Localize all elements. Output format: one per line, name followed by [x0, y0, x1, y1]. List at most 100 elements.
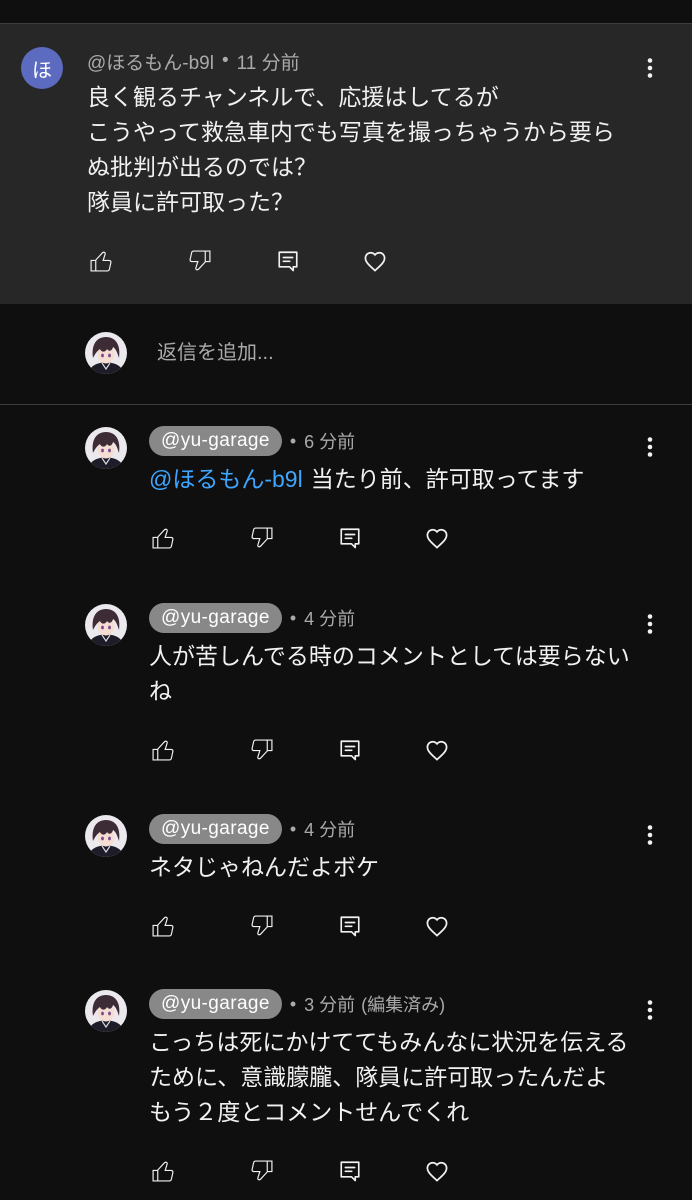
more-options-button[interactable]	[637, 996, 663, 1024]
meta-separator: •	[289, 818, 297, 839]
reply-icon	[340, 916, 360, 937]
more-vertical-icon	[647, 58, 653, 78]
comment-text-line: @ほるもん-b9l 当たり前、許可取ってます	[149, 462, 680, 497]
avatar[interactable]: ほ	[21, 47, 63, 89]
top-bar	[0, 0, 692, 24]
heart-button[interactable]	[423, 736, 451, 764]
user-avatar-image	[85, 990, 127, 1032]
user-avatar-image	[85, 604, 127, 646]
reply-time: 6 分前	[304, 432, 356, 452]
reply-button[interactable]	[336, 524, 364, 552]
comment-text-line: ね	[149, 678, 172, 704]
like-button[interactable]	[149, 912, 177, 940]
action-bar	[87, 247, 407, 275]
thumb-down-icon	[251, 1160, 273, 1181]
comment-text-line: ために、意識朦朧、隊員に許可取ったんだよ	[149, 1064, 609, 1090]
more-options-button[interactable]	[637, 54, 663, 82]
like-button[interactable]	[149, 736, 177, 764]
heart-button[interactable]	[423, 524, 451, 552]
author-badge[interactable]: @yu-garage	[149, 989, 282, 1019]
action-bar	[149, 1157, 469, 1185]
thumb-down-icon	[251, 739, 273, 760]
more-options-button[interactable]	[637, 610, 663, 638]
avatar[interactable]	[85, 427, 127, 469]
comment-text-line: 隊員に許可取った？	[87, 189, 294, 215]
reply-body: @ほるもん-b9l 当たり前、許可取ってます	[149, 462, 680, 552]
reply-header: @yu-garage • 6 分前	[149, 426, 355, 456]
dislike-button[interactable]	[186, 247, 214, 275]
action-bar	[149, 524, 469, 552]
reply-button[interactable]	[336, 1157, 364, 1185]
add-reply-input[interactable]: 返信を追加...	[157, 340, 657, 366]
avatar[interactable]	[85, 815, 127, 857]
comment-text-line: ぬ批判が出るのでは？	[87, 154, 317, 180]
user-avatar-image	[85, 332, 127, 374]
dislike-button[interactable]	[248, 912, 276, 940]
reply-time: 3 分前	[304, 995, 356, 1015]
avatar[interactable]	[85, 604, 127, 646]
comment-author[interactable]: @ほるもん-b9l	[87, 48, 214, 75]
heart-icon	[426, 528, 448, 549]
dislike-button[interactable]	[248, 524, 276, 552]
edited-label: (編集済み)	[361, 995, 446, 1015]
reply-body: こっちは死にかけててもみんなに状況を伝える ために、意識朦朧、隊員に許可取ったん…	[149, 1025, 680, 1185]
dislike-button[interactable]	[248, 736, 276, 764]
like-button[interactable]	[149, 1157, 177, 1185]
reply-body: 人が苦しんでる時のコメントとしては要らない ね	[149, 639, 680, 764]
comment-text-line: こっちは死にかけててもみんなに状況を伝える	[149, 1029, 629, 1055]
comment-thread-page: ほ @ほるもん-b9l • 11 分前 良く観るチャンネルで、応援はしてるが こ…	[0, 0, 692, 1200]
more-vertical-icon	[647, 614, 653, 634]
thumb-down-icon	[189, 250, 211, 271]
heart-icon	[426, 740, 448, 761]
heart-icon	[364, 251, 386, 272]
avatar[interactable]	[85, 332, 127, 374]
avatar-letter: ほ	[32, 59, 52, 82]
reply-button[interactable]	[274, 247, 302, 275]
reply-icon	[340, 740, 360, 761]
reply-time: 4 分前	[304, 820, 356, 840]
heart-icon	[426, 916, 448, 937]
comment-header: @ほるもん-b9l • 11 分前	[87, 48, 300, 75]
reply-text: 当たり前、許可取ってます	[310, 466, 585, 492]
thumb-up-icon	[90, 251, 112, 272]
dislike-button[interactable]	[248, 1157, 276, 1185]
heart-button[interactable]	[423, 912, 451, 940]
meta-separator: •	[289, 430, 297, 451]
reply-icon	[278, 251, 298, 272]
heart-icon	[426, 1161, 448, 1182]
more-vertical-icon	[647, 825, 653, 845]
highlighted-comment: ほ @ほるもん-b9l • 11 分前 良く観るチャンネルで、応援はしてるが こ…	[0, 24, 692, 304]
reply-body: ネタじゃねんだよボケ	[149, 850, 680, 940]
thumb-down-icon	[251, 915, 273, 936]
user-avatar-image	[85, 815, 127, 857]
meta-separator: •	[289, 607, 297, 628]
thumb-up-icon	[152, 1161, 174, 1182]
user-avatar-image	[85, 427, 127, 469]
mention-link[interactable]: @ほるもん-b9l	[149, 466, 303, 492]
reply-icon	[340, 528, 360, 549]
meta-separator: •	[289, 993, 297, 1014]
author-badge[interactable]: @yu-garage	[149, 814, 282, 844]
reply-button[interactable]	[336, 736, 364, 764]
more-vertical-icon	[647, 1000, 653, 1020]
comment-text-line: 人が苦しんでる時のコメントとしては要らない	[149, 643, 630, 669]
meta-separator: •	[221, 50, 229, 71]
thumb-up-icon	[152, 916, 174, 937]
action-bar	[149, 736, 469, 764]
like-button[interactable]	[149, 524, 177, 552]
comment-text-line: こうやって救急車内でも写真を撮っちゃうから要ら	[87, 119, 615, 145]
heart-button[interactable]	[423, 1157, 451, 1185]
like-button[interactable]	[87, 247, 115, 275]
add-reply-row: 返信を追加...	[0, 304, 692, 405]
reply-button[interactable]	[336, 912, 364, 940]
more-options-button[interactable]	[637, 821, 663, 849]
more-options-button[interactable]	[637, 433, 663, 461]
heart-button[interactable]	[361, 247, 389, 275]
thumb-up-icon	[152, 740, 174, 761]
reply-time: 4 分前	[304, 609, 356, 629]
avatar[interactable]	[85, 990, 127, 1032]
author-badge[interactable]: @yu-garage	[149, 603, 282, 633]
comment-time: 11 分前	[236, 52, 300, 74]
comment-text-line: 良く観るチャンネルで、応援はしてるが	[87, 84, 499, 110]
author-badge[interactable]: @yu-garage	[149, 426, 282, 456]
